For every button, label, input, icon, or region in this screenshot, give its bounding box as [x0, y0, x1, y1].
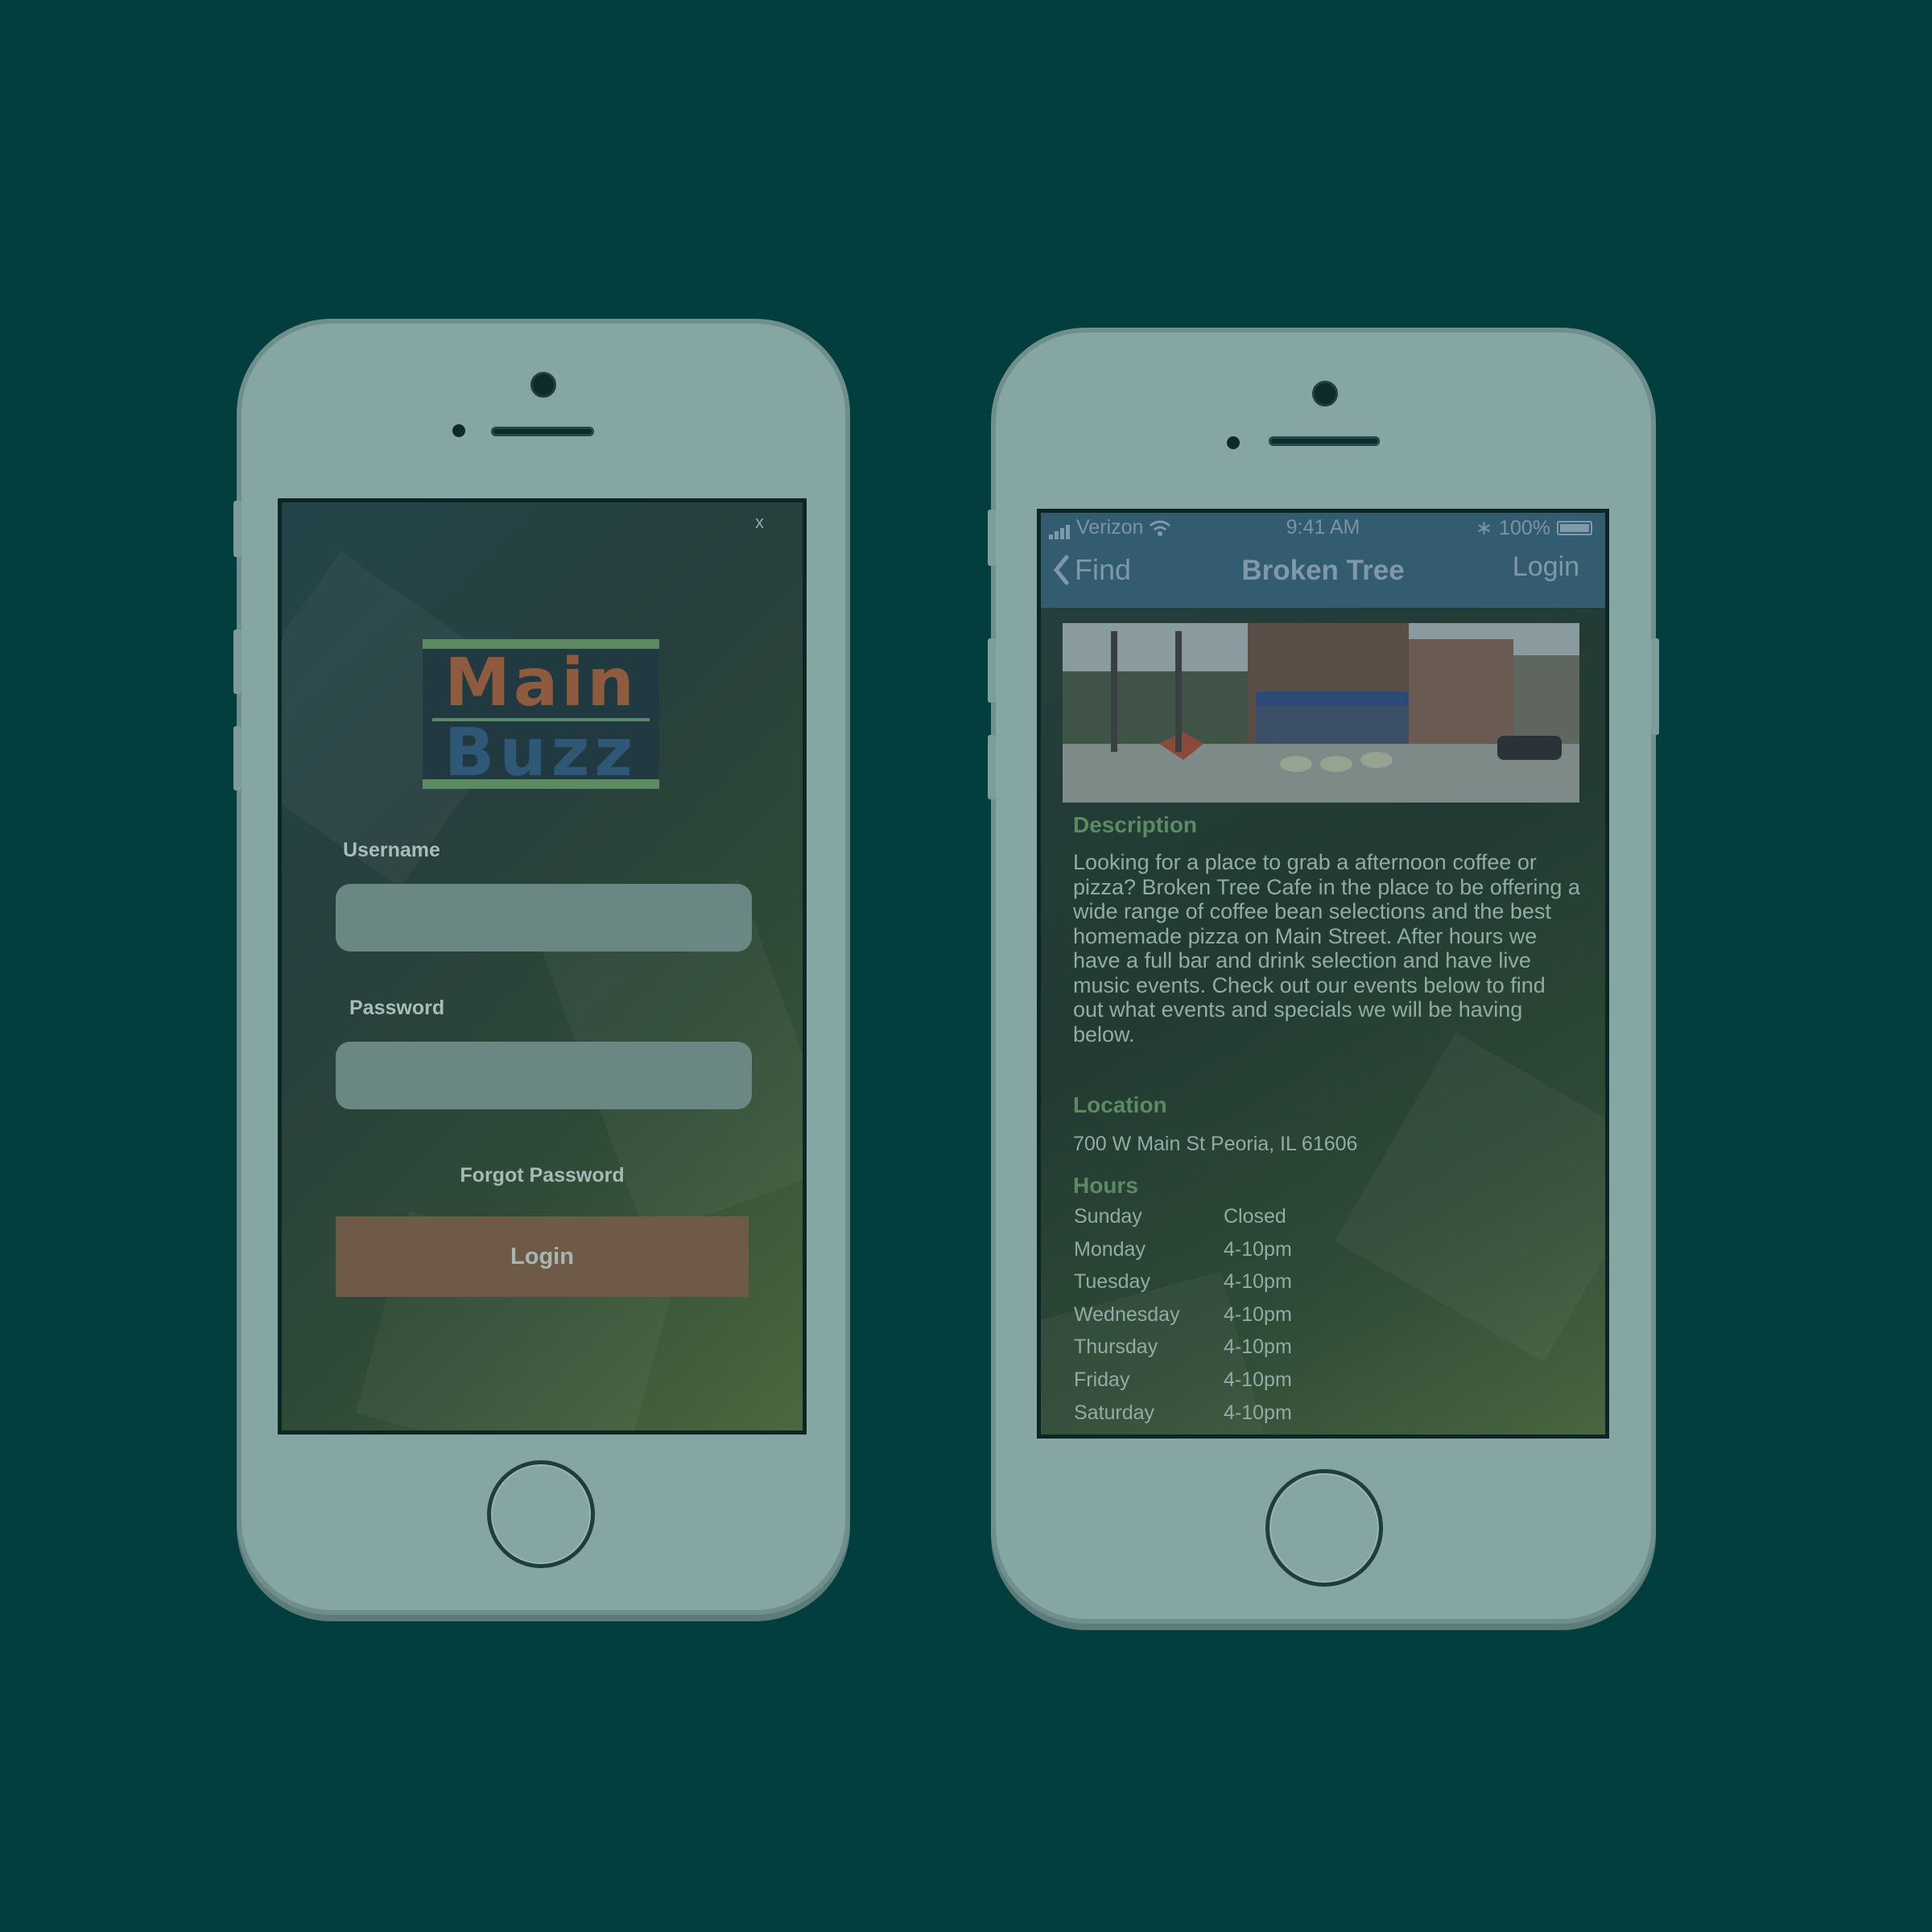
storefront-photo — [1063, 623, 1579, 803]
login-button[interactable]: Login — [336, 1216, 749, 1297]
description-heading: Description — [1073, 812, 1198, 837]
hours-row: Saturday 4-10pm — [1074, 1402, 1292, 1435]
venue-description: Looking for a place to grab a afternoon … — [1073, 850, 1580, 1046]
background-facet — [1335, 1032, 1605, 1362]
phone-mockup-left: x Main Buzz Username Password Forgot Pas… — [233, 324, 845, 1610]
hours-row: Friday 4-10pm — [1074, 1368, 1292, 1402]
venue-detail-screen: Verizon 9:41 AM ∗ 100% Find Broken Tree … — [1037, 509, 1609, 1439]
storefront-photo-icon — [1063, 623, 1579, 803]
hours-time: 4-10pm — [1224, 1401, 1292, 1424]
sensor-icon — [452, 424, 465, 437]
username-label: Username — [343, 839, 440, 861]
nav-login-button[interactable]: Login — [1513, 551, 1579, 583]
main-buzz-logo: Main Buzz — [423, 639, 659, 789]
hours-day: Saturday — [1074, 1401, 1155, 1424]
hours-time: 4-10pm — [1224, 1335, 1292, 1359]
earpiece-speaker — [1269, 436, 1380, 446]
sensor-icon — [1227, 436, 1240, 449]
hours-day: Friday — [1074, 1368, 1130, 1391]
hours-day: Tuesday — [1074, 1270, 1150, 1294]
volume-up-button — [988, 638, 996, 703]
hours-row: Sunday Closed — [1074, 1205, 1292, 1238]
login-screen: x Main Buzz Username Password Forgot Pas… — [278, 498, 807, 1435]
hours-time: 4-10pm — [1224, 1237, 1292, 1261]
hours-row: Tuesday 4-10pm — [1074, 1270, 1292, 1303]
volume-down-button — [233, 726, 242, 791]
phone-mockup-right: Verizon 9:41 AM ∗ 100% Find Broken Tree … — [988, 332, 1659, 1619]
volume-up-button — [233, 630, 242, 694]
password-input[interactable] — [336, 1042, 752, 1109]
battery-icon — [1557, 521, 1592, 535]
logo-line-buzz: Buzz — [444, 715, 638, 791]
hours-time: Closed — [1224, 1205, 1286, 1228]
battery-percent: 100% — [1499, 516, 1550, 539]
home-button[interactable] — [1265, 1469, 1383, 1587]
hours-time: 4-10pm — [1224, 1368, 1292, 1391]
hours-day: Wednesday — [1074, 1302, 1180, 1326]
hours-time: 4-10pm — [1224, 1302, 1292, 1326]
hours-table: Sunday Closed Monday 4-10pm Tuesday 4-10pm … — [1074, 1205, 1292, 1434]
navigation-bar: Verizon 9:41 AM ∗ 100% Find Broken Tree … — [1041, 513, 1605, 608]
venue-address[interactable]: 700 W Main St Peoria, IL 61606 — [1073, 1133, 1357, 1156]
power-button — [1651, 638, 1659, 735]
hours-heading: Hours — [1073, 1173, 1138, 1198]
location-heading: Location — [1073, 1092, 1167, 1117]
logo-line-main: Main — [444, 645, 638, 721]
password-label: Password — [349, 997, 445, 1019]
hours-time: 4-10pm — [1224, 1270, 1292, 1294]
hours-row: Wednesday 4-10pm — [1074, 1303, 1292, 1336]
home-button[interactable] — [487, 1460, 595, 1568]
bluetooth-icon: ∗ — [1476, 517, 1493, 539]
hours-row: Thursday 4-10pm — [1074, 1335, 1292, 1368]
mute-switch — [233, 501, 242, 557]
front-camera-icon — [1312, 381, 1338, 407]
mute-switch — [988, 510, 996, 566]
hours-day: Sunday — [1074, 1205, 1142, 1228]
volume-down-button — [988, 735, 996, 799]
front-camera-icon — [530, 372, 556, 398]
hours-day: Thursday — [1074, 1335, 1158, 1359]
status-bar: Verizon 9:41 AM ∗ 100% — [1041, 513, 1605, 542]
close-button[interactable]: x — [755, 512, 764, 533]
forgot-password-link[interactable]: Forgot Password — [282, 1164, 803, 1187]
hours-row: Monday 4-10pm — [1074, 1238, 1292, 1271]
earpiece-speaker — [491, 427, 594, 436]
username-input[interactable] — [336, 884, 752, 952]
battery-group: ∗ 100% — [1476, 516, 1592, 540]
hours-day: Monday — [1074, 1237, 1146, 1261]
